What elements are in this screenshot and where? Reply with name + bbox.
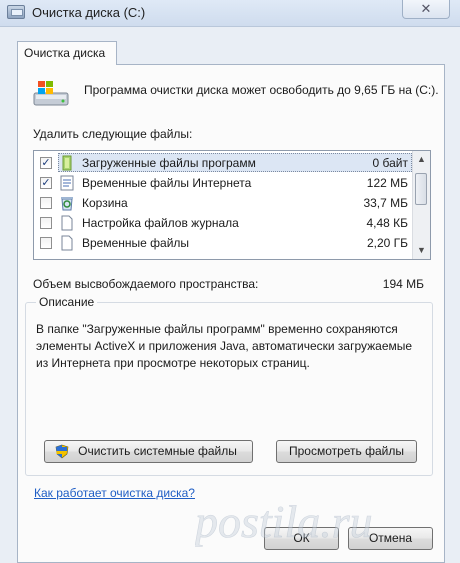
vertical-scrollbar[interactable]: ▲ ▼: [412, 151, 430, 259]
file-name: Временные файлы: [82, 236, 190, 250]
file-name: Корзина: [82, 196, 128, 210]
scroll-down-arrow-icon[interactable]: ▼: [413, 242, 430, 259]
scrollbar-thumb[interactable]: [415, 173, 427, 205]
clean-system-files-label: Очистить системные файлы: [78, 444, 237, 458]
list-item[interactable]: Временные файлы 2,20 ГБ: [34, 233, 414, 253]
file-name: Настройка файлов журнала: [82, 216, 239, 230]
list-item[interactable]: Настройка файлов журнала 4,48 КБ: [34, 213, 414, 233]
checkbox[interactable]: ✓: [40, 157, 52, 169]
checkbox[interactable]: [40, 197, 52, 209]
file-name: Временные файлы Интернета: [82, 176, 252, 190]
close-button[interactable]: ✕: [402, 0, 450, 19]
clean-system-files-button[interactable]: Очистить системные файлы: [44, 440, 253, 463]
description-title: Описание: [36, 295, 98, 309]
folder-icon: [62, 155, 72, 171]
checkbox[interactable]: [40, 217, 52, 229]
file-size: 2,20 ГБ: [366, 236, 408, 250]
help-link[interactable]: Как работает очистка диска?: [34, 486, 195, 500]
tab-disk-cleanup[interactable]: Очистка диска: [17, 41, 117, 65]
space-label: Объем высвобождаемого пространства:: [33, 277, 259, 291]
title-bar: Очистка диска (C:) ✕: [0, 0, 460, 27]
checkbox[interactable]: [40, 237, 52, 249]
watermark-logo: postila.ru: [195, 497, 373, 547]
file-name: Загруженные файлы программ: [82, 156, 256, 170]
checkbox[interactable]: ✓: [40, 177, 52, 189]
view-files-button[interactable]: Просмотреть файлы: [276, 440, 417, 463]
file-size: 4,48 КБ: [366, 216, 408, 230]
list-item[interactable]: Корзина 33,7 МБ: [34, 193, 414, 213]
header-text: Программа очистки диска может освободить…: [84, 83, 439, 97]
recycle-bin-icon: [61, 197, 73, 211]
description-text: В папке "Загруженные файлы программ" вре…: [36, 322, 413, 370]
space-value: 194 МБ: [382, 277, 424, 291]
scroll-up-arrow-icon[interactable]: ▲: [413, 151, 430, 168]
disk-cleanup-window-icon: [7, 5, 25, 19]
file-list[interactable]: ✓ Загруженные файлы программ 0 байт ✓ Вр…: [33, 150, 431, 260]
files-label: Удалить следующие файлы:: [33, 127, 193, 141]
window-title: Очистка диска (C:): [32, 5, 146, 20]
list-item[interactable]: ✓ Временные файлы Интернета 122 МБ: [34, 173, 414, 193]
disk-drive-icon: [33, 81, 69, 106]
list-item[interactable]: ✓ Загруженные файлы программ 0 байт: [34, 153, 414, 173]
file-size: 0 байт: [372, 156, 408, 170]
blank-file-icon: [61, 235, 73, 251]
close-icon: ✕: [420, 1, 432, 16]
file-size: 122 МБ: [366, 176, 408, 190]
svg-text:postila.ru: postila.ru: [195, 497, 373, 547]
document-icon: [60, 175, 74, 191]
uac-shield-icon: [55, 444, 69, 459]
file-size: 33,7 МБ: [363, 196, 408, 210]
blank-file-icon: [61, 215, 73, 231]
